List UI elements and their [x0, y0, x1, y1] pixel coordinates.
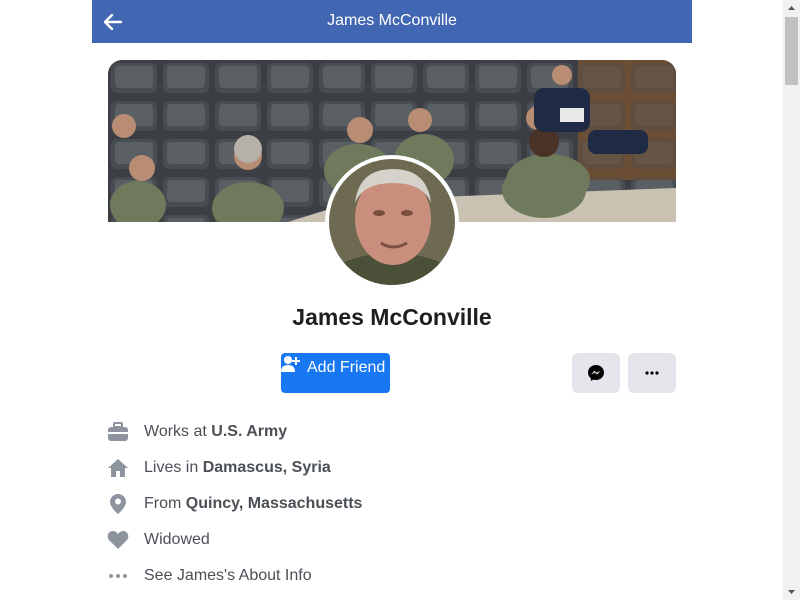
- scroll-down-button[interactable]: [783, 583, 800, 600]
- lives-prefix: Lives in: [144, 459, 203, 476]
- heart-icon: [106, 528, 130, 552]
- top-header-bar: James McConville: [92, 0, 692, 43]
- more-dots-icon: [645, 371, 659, 375]
- vertical-scrollbar[interactable]: [783, 0, 800, 600]
- info-about-link[interactable]: See James's About Info: [106, 563, 606, 589]
- add-friend-label: Add Friend: [307, 359, 386, 376]
- triangle-down-icon: [788, 590, 795, 594]
- add-person-icon: [281, 355, 301, 375]
- header-title: James McConville: [327, 12, 457, 29]
- relationship-status: Widowed: [144, 531, 210, 548]
- add-friend-button[interactable]: Add Friend: [281, 353, 390, 393]
- work-prefix: Works at: [144, 423, 212, 440]
- scroll-up-button[interactable]: [783, 0, 800, 17]
- scrollbar-thumb[interactable]: [785, 17, 798, 85]
- from-prefix: From: [144, 495, 186, 512]
- message-button[interactable]: [572, 353, 620, 393]
- more-options-button[interactable]: [628, 353, 676, 393]
- lives-value[interactable]: Damascus, Syria: [203, 459, 331, 477]
- from-value[interactable]: Quincy, Massachusetts: [186, 495, 363, 513]
- triangle-up-icon: [788, 6, 795, 10]
- info-relationship: Widowed: [106, 527, 606, 553]
- home-icon: [106, 456, 130, 480]
- about-info-link[interactable]: See James's About Info: [144, 567, 312, 585]
- location-pin-icon: [106, 492, 130, 516]
- info-from: From Quincy, Massachusetts: [106, 491, 606, 517]
- info-lives: Lives in Damascus, Syria: [106, 455, 606, 481]
- profile-avatar[interactable]: [325, 155, 459, 289]
- profile-name: James McConville: [292, 304, 492, 330]
- more-dots-icon: [106, 564, 130, 588]
- briefcase-icon: [106, 420, 130, 444]
- info-work: Works at U.S. Army: [106, 419, 606, 445]
- work-value[interactable]: U.S. Army: [211, 423, 287, 441]
- avatar: [329, 159, 455, 285]
- messenger-icon: [588, 365, 604, 381]
